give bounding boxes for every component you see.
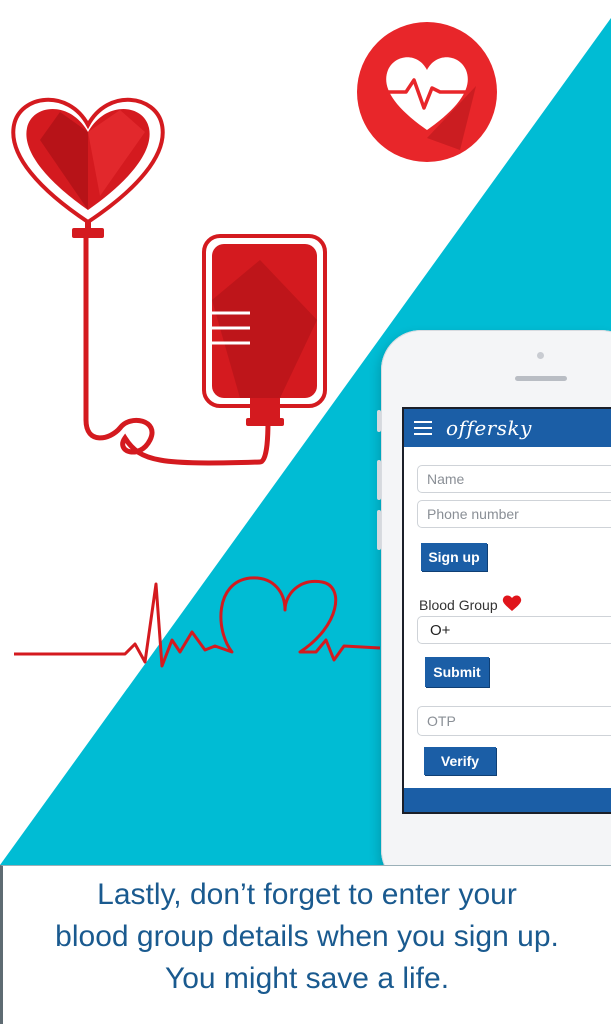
brand-logo: offersky [446,416,532,440]
phone-camera [537,352,544,359]
otp-input[interactable]: OTP [417,706,611,736]
heart-blood-bag-icon [11,97,327,466]
phone-speaker [515,376,567,381]
phone-side-button [377,510,381,550]
heart-icon [502,595,521,611]
blood-group-label-text: Blood Group [419,597,498,613]
phone-number-input[interactable]: Phone number [417,500,611,528]
app-bar: offersky [404,409,611,447]
caption-text: Lastly, don’t forget to enter your blood… [0,865,611,1024]
blood-group-label: Blood Group [419,594,522,613]
verify-button[interactable]: Verify [424,747,496,775]
phone-side-button [377,410,381,432]
promo-banner: offersky Name Phone number Sign up Blood… [0,0,611,865]
sign-up-button[interactable]: Sign up [421,543,487,571]
heart-pulse-icon [357,22,497,162]
menu-icon[interactable] [414,417,432,439]
blood-group-select[interactable]: O+ [417,616,611,644]
caption-line-2: blood group details when you sign up. [55,920,559,953]
phone-screen: offersky Name Phone number Sign up Blood… [402,407,611,814]
bottom-bar [404,788,611,812]
caption-line-3: You might save a life. [164,962,450,995]
submit-button[interactable]: Submit [425,657,489,687]
name-input[interactable]: Name [417,465,611,493]
caption-line-1: Lastly, don’t forget to enter your [97,878,517,911]
phone-side-button [377,460,381,500]
